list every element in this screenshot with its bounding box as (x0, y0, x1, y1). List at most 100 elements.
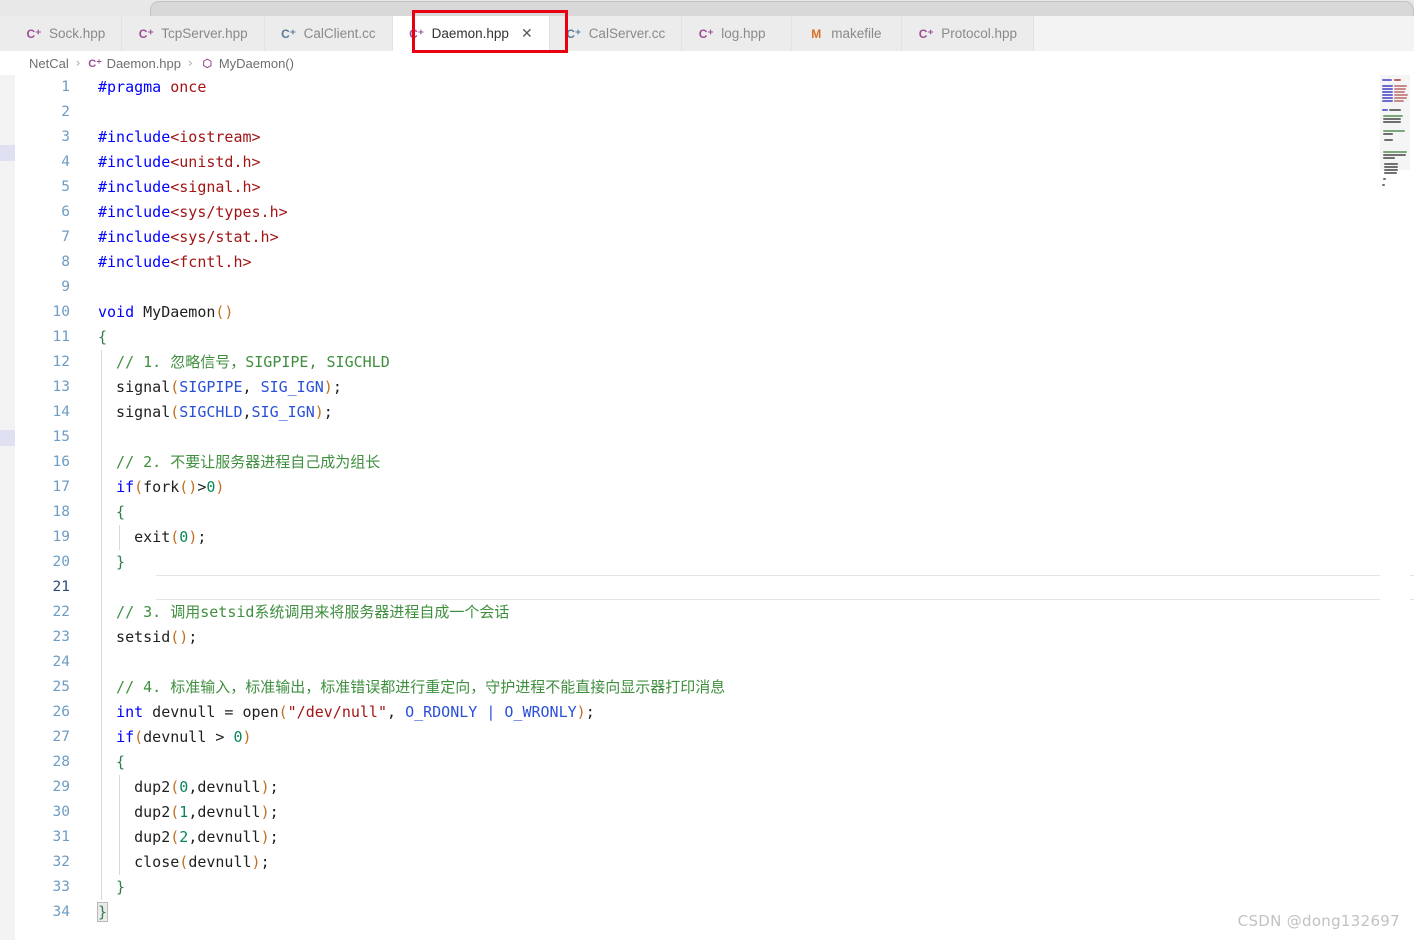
code-line[interactable]: 11 { (53, 325, 1414, 350)
code-editor: 1 #pragma once 2 3 #include<iostream> 4 #inclu… (0, 75, 1414, 940)
code-line[interactable]: 15 (53, 425, 1414, 450)
code-line-text: { (98, 325, 107, 350)
minimap-line (1383, 130, 1405, 132)
minimap-line (1394, 79, 1401, 81)
line-number: 11 (52, 329, 70, 345)
code-token: 1 (179, 803, 189, 821)
breadcrumb-item-netcal[interactable]: NetCal (29, 56, 69, 71)
line-number: 25 (52, 679, 70, 695)
line-number: 1 (61, 79, 70, 95)
code-token: <fcntl.h> (170, 253, 252, 271)
code-line[interactable]: 30 dup2(1,devnull); (53, 800, 1414, 825)
code-token: O_WRONLY (504, 703, 577, 721)
editor-tab-sock-hpp[interactable]: C⁺ Sock.hpp (0, 16, 123, 51)
breadcrumb-item-daemon-hpp[interactable]: C⁺ Daemon.hpp (88, 56, 181, 71)
minimap-line (1382, 184, 1385, 186)
editor-decoration-strip[interactable] (0, 75, 15, 940)
minimap-line (1382, 97, 1393, 99)
line-number: 33 (52, 879, 70, 895)
code-line[interactable]: 23 setsid(); (53, 625, 1414, 650)
code-line[interactable]: 22 // 3. 调用setsid系统调用来将服务器进程自成一个会话 (53, 600, 1414, 625)
code-line[interactable]: 18 { (53, 500, 1414, 525)
code-line[interactable]: 32 close(devnull); (53, 850, 1414, 875)
code-line[interactable]: 29 dup2(0,devnull); (53, 775, 1414, 800)
minimap-line (1383, 154, 1406, 156)
editor-tab-protocol-hpp[interactable]: C⁺ Protocol.hpp (902, 16, 1035, 51)
code-line[interactable]: 20 } (53, 550, 1414, 575)
window-chrome-strip (0, 0, 1414, 16)
code-line[interactable]: 3 #include<iostream> (61, 125, 1414, 150)
code-line[interactable]: 24 (53, 650, 1414, 675)
code-line[interactable]: 34} (53, 900, 1414, 925)
code-line[interactable]: 7 #include<sys/stat.h> (61, 225, 1414, 250)
code-token: ( (170, 528, 180, 546)
code-line[interactable]: 6 #include<sys/types.h> (61, 200, 1414, 225)
editor-tab-log-hpp[interactable]: C⁺ log.hpp (682, 16, 793, 51)
line-number: 21 (52, 579, 70, 595)
cpp-source-icon: C⁺ (566, 26, 582, 41)
breadcrumb-item-mydaemon-[interactable]: ⬡ MyDaemon() (200, 56, 294, 71)
code-token: #include (98, 253, 171, 271)
code-token: devnull (188, 853, 252, 871)
editor-tab-calclient-cc[interactable]: C⁺ CalClient.cc (264, 16, 393, 51)
code-line[interactable]: 5 #include<signal.h> (61, 175, 1414, 200)
code-line[interactable]: 13 signal(SIGPIPE, SIG_IGN); (53, 375, 1414, 400)
line-number: 8 (61, 254, 70, 270)
code-token: ; (332, 378, 342, 396)
line-number: 10 (52, 304, 70, 320)
code-line[interactable]: 4 #include<unistd.h> (61, 150, 1414, 175)
code-token: #pragma (98, 78, 171, 96)
code-token: ; (269, 803, 279, 821)
code-line[interactable]: 26 int devnull = open("/dev/null", O_RDO… (53, 700, 1414, 725)
code-token: devnull (197, 778, 261, 796)
code-token: #include (98, 128, 171, 146)
minimap[interactable] (1380, 75, 1410, 940)
code-line-text: dup2(0,devnull); (98, 775, 279, 800)
code-line-text: #include<unistd.h> (98, 150, 261, 175)
breadcrumb-separator-icon: › (75, 56, 81, 70)
cpp-header-icon: C⁺ (409, 26, 425, 41)
code-line[interactable]: 25 // 4. 标准输入，标准输出，标准错误都进行重定向，守护进程不能直接向显… (53, 675, 1414, 700)
code-line[interactable]: 17 if(fork()>0) (53, 475, 1414, 500)
editor-tab-tcpserver-hpp[interactable]: C⁺ TcpServer.hpp (122, 16, 265, 51)
close-icon[interactable]: ✕ (521, 27, 533, 41)
minimap-line (1383, 178, 1386, 180)
code-line[interactable]: 14 signal(SIGCHLD,SIG_IGN); (53, 400, 1414, 425)
code-token: open (242, 703, 279, 721)
code-line[interactable]: 28 { (53, 750, 1414, 775)
code-line[interactable]: 8 #include<fcntl.h> (61, 250, 1414, 275)
code-line[interactable]: 33 } (53, 875, 1414, 900)
code-line[interactable]: 12 // 1. 忽略信号，SIGPIPE, SIGCHLD (53, 350, 1414, 375)
editor-tab-daemon-hpp[interactable]: C⁺ Daemon.hpp ✕ (392, 16, 550, 51)
code-line[interactable]: 2 (61, 100, 1414, 125)
code-line[interactable]: 10 void MyDaemon() (53, 300, 1414, 325)
code-token: // 3. 调用setsid系统调用来将服务器进程自成一个会话 (98, 603, 510, 621)
editor-tab-makefile[interactable]: Mmakefile (792, 16, 903, 51)
cpp-header-icon: C⁺ (138, 26, 154, 41)
code-line-text: #pragma once (98, 75, 206, 100)
minimap-line (1382, 79, 1392, 81)
code-line[interactable]: 1 #pragma once (61, 75, 1414, 100)
code-line[interactable]: 19 exit(0); (53, 525, 1414, 550)
code-line-text: { (98, 750, 125, 775)
code-content[interactable]: 1 #pragma once 2 3 #include<iostream> 4 #inclu… (53, 75, 1414, 940)
editor-tab-calserver-cc[interactable]: C⁺ CalServer.cc (549, 16, 683, 51)
line-number: 19 (52, 529, 70, 545)
code-token: ) (188, 528, 198, 546)
minimap-line (1382, 88, 1393, 90)
code-line[interactable]: 31 dup2(2,devnull); (53, 825, 1414, 850)
code-token: ; (197, 528, 207, 546)
code-line[interactable]: 9 (61, 275, 1414, 300)
code-token: ) (215, 478, 225, 496)
code-token: ) (242, 728, 252, 746)
code-line-text: close(devnull); (98, 850, 269, 875)
minimap-line (1383, 118, 1401, 120)
code-line[interactable]: 27 if(devnull > 0) (53, 725, 1414, 750)
code-token: if (116, 478, 135, 496)
code-token: ) (260, 828, 270, 846)
code-line[interactable]: 16 // 2. 不要让服务器进程自己成为组长 (53, 450, 1414, 475)
code-token: { (98, 503, 126, 521)
code-token: dup2 (98, 778, 171, 796)
editor-tab-label: makefile (831, 25, 882, 41)
code-line[interactable]: 21 (53, 575, 1414, 600)
